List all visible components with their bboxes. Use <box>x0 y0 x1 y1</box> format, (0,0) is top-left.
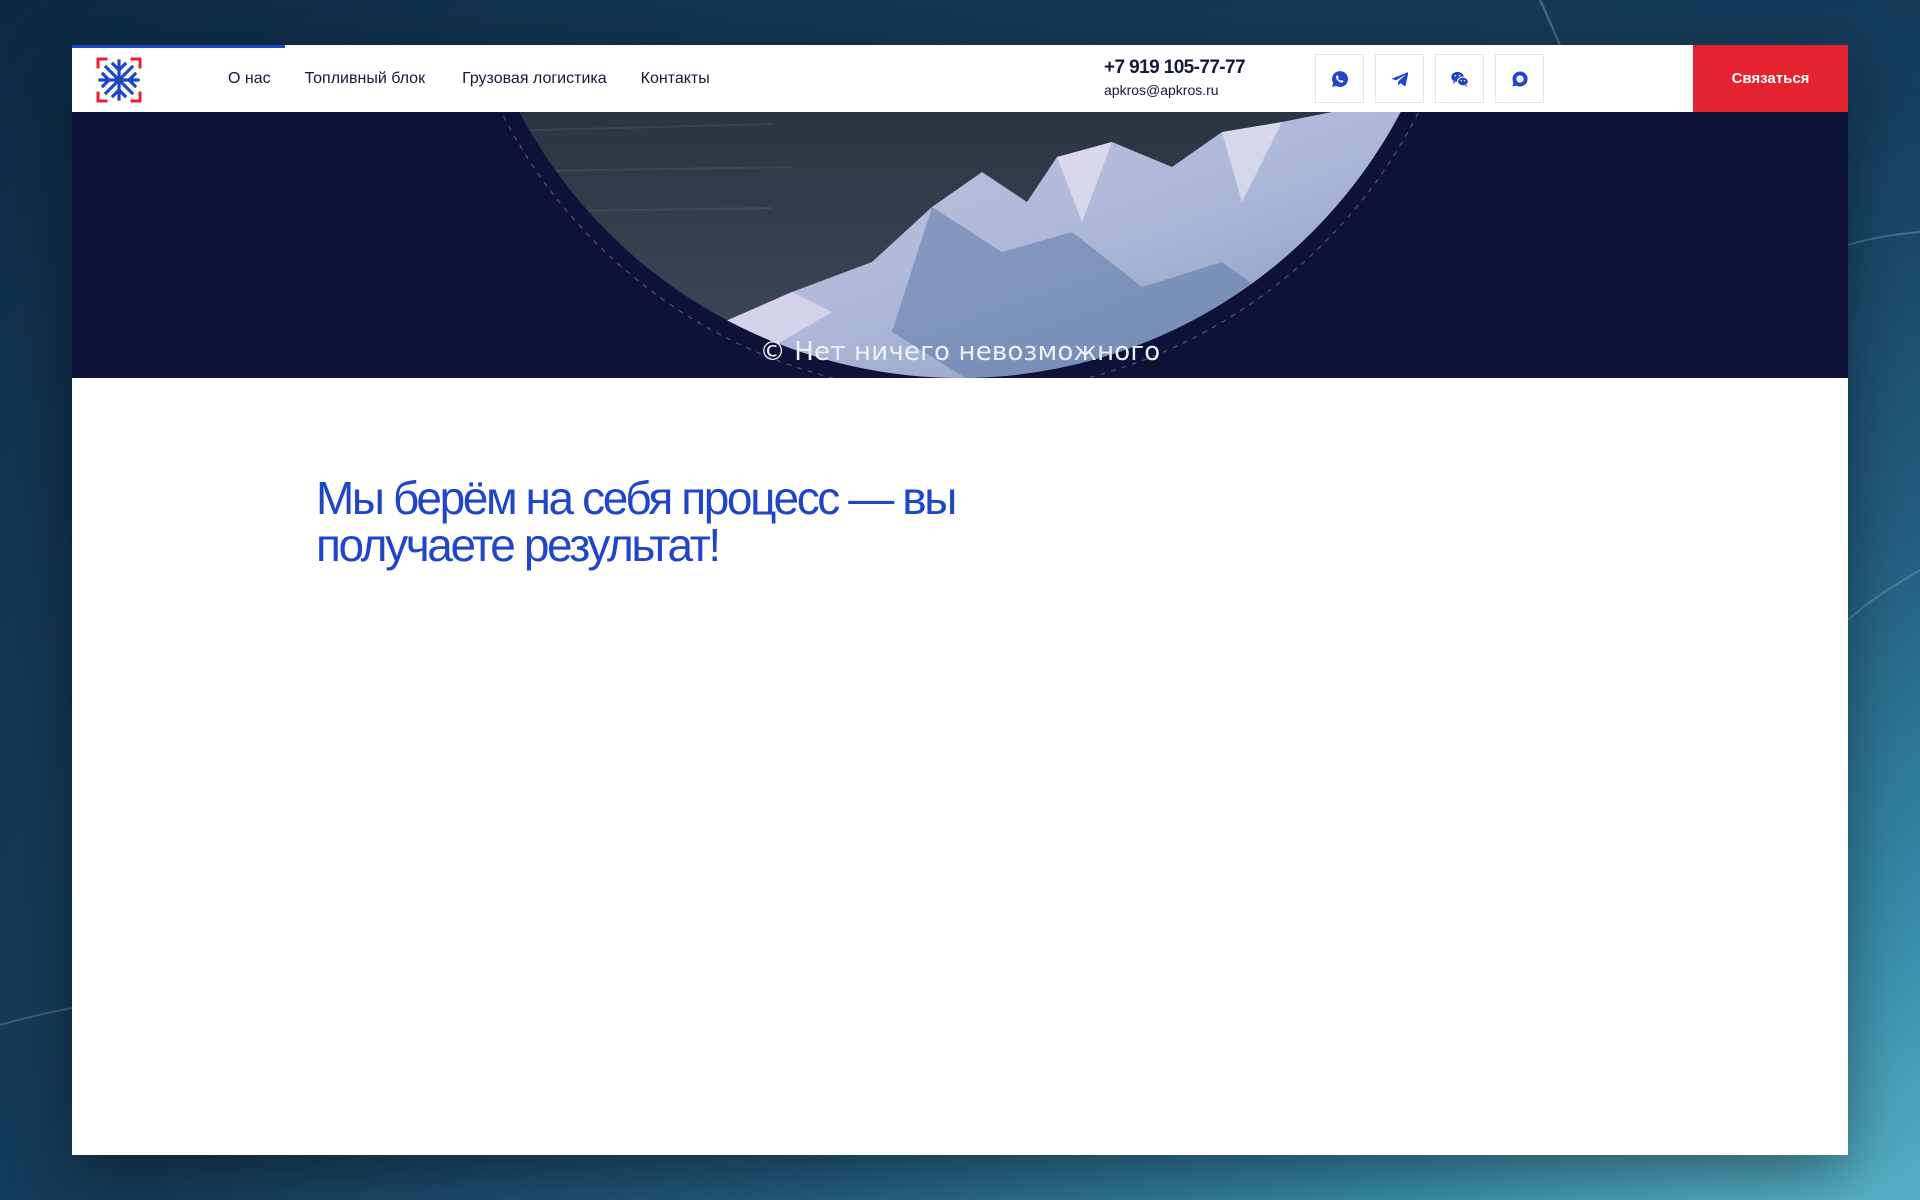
contact-block: +7 919 105-77-77 apkros@apkros.ru <box>1104 57 1246 99</box>
hero-quote: © Нет ничего невозможного <box>759 337 1161 367</box>
phone-link[interactable]: +7 919 105-77-77 <box>1104 57 1246 79</box>
nav-item-logistics[interactable]: Грузовая логистика <box>462 70 607 88</box>
whatsapp-icon <box>1331 70 1348 87</box>
wechat-icon <box>1450 71 1469 87</box>
telegram-icon <box>1391 71 1408 86</box>
main-nav: О нас Топливный блок Грузовая логистика … <box>228 45 744 112</box>
whatsapp-button[interactable] <box>1315 54 1364 103</box>
browser-window: О нас Топливный блок Грузовая логистика … <box>72 45 1848 1155</box>
chat-button[interactable] <box>1495 54 1544 103</box>
nav-item-about[interactable]: О нас <box>228 70 271 88</box>
telegram-button[interactable] <box>1375 54 1424 103</box>
nav-item-contacts[interactable]: Контакты <box>641 70 710 88</box>
site-header: О нас Топливный блок Грузовая логистика … <box>72 45 1848 112</box>
nav-item-fuel[interactable]: Топливный блок <box>305 70 425 88</box>
snowflake-logo-icon[interactable] <box>94 55 144 105</box>
page-headline: Мы берём на себя процесс — вы получаете … <box>316 472 957 571</box>
social-links <box>1315 54 1555 103</box>
wechat-button[interactable] <box>1435 54 1484 103</box>
hero-banner: © Нет ничего невозможного <box>72 112 1848 378</box>
contact-us-button[interactable]: Связаться <box>1693 45 1848 112</box>
email-link[interactable]: apkros@apkros.ru <box>1104 81 1245 99</box>
chat-icon <box>1511 70 1528 86</box>
